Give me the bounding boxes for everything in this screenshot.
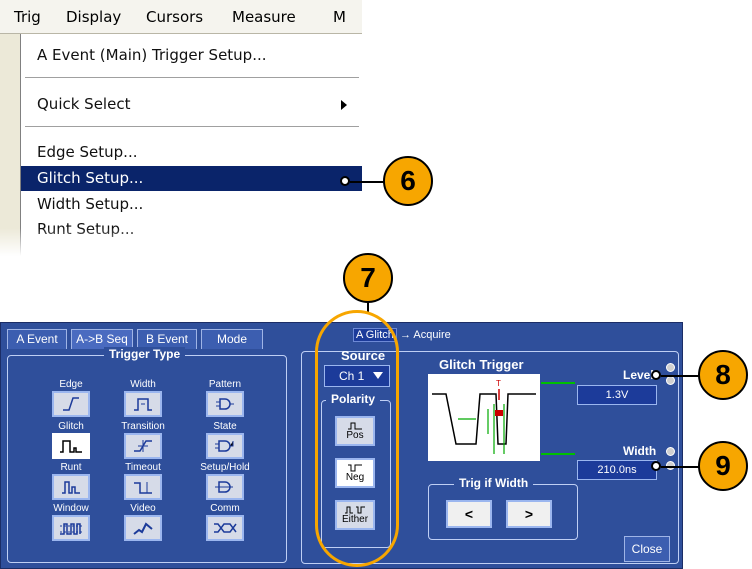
- type-label-state: State: [213, 421, 237, 432]
- logic-gate-icon: [216, 398, 234, 410]
- glitch-trigger-button[interactable]: [52, 433, 90, 459]
- level-connector: [541, 382, 575, 384]
- pattern-trigger-button[interactable]: [206, 391, 244, 417]
- width-pulse-icon: [134, 398, 152, 411]
- type-label-edge: Edge: [59, 379, 83, 390]
- glitch-icon: [60, 440, 82, 453]
- width-connector: [541, 453, 575, 455]
- breadcrumb-next[interactable]: Acquire: [413, 329, 450, 341]
- timeout-trigger-button[interactable]: [124, 474, 162, 500]
- type-label-runt: Runt: [60, 462, 82, 473]
- callout-8-leader: [661, 375, 699, 377]
- video-trigger-button[interactable]: [124, 515, 162, 541]
- setup-hold-trigger-button[interactable]: [206, 474, 244, 500]
- menu-separator: [25, 77, 359, 78]
- comm-trigger-button[interactable]: [206, 515, 244, 541]
- menu-item-a-event-setup[interactable]: A Event (Main) Trigger Setup...: [21, 43, 362, 68]
- transition-icon: [134, 440, 152, 452]
- width-field[interactable]: 210.0ns: [577, 460, 657, 480]
- trig-menu-screenshot: Trig Display Cursors Measure M A Event (…: [0, 0, 362, 262]
- level-field[interactable]: 1.3V: [577, 385, 657, 405]
- menu-trig[interactable]: Trig: [14, 8, 41, 26]
- edge-icon: [63, 397, 79, 411]
- trig-if-width-title: Trig if Width: [454, 476, 534, 490]
- glitch-trigger-title: Glitch Trigger: [439, 357, 524, 372]
- greater-than-button[interactable]: >: [506, 500, 552, 528]
- type-label-window: Window: [53, 503, 89, 514]
- callout-8-anchor-dot: [651, 370, 661, 380]
- window-trigger-button[interactable]: [52, 515, 90, 541]
- menu-display[interactable]: Display: [66, 8, 121, 26]
- menu-item-glitch-setup[interactable]: Glitch Setup...: [21, 166, 362, 191]
- state-trigger-button[interactable]: [206, 433, 244, 459]
- comm-eye-icon: [214, 523, 237, 533]
- callout-6-leader: [350, 181, 384, 183]
- menu-truncated[interactable]: M: [333, 8, 346, 26]
- setup-hold-icon: [215, 481, 233, 493]
- torn-edge: [0, 228, 362, 262]
- menu-item-edge-setup[interactable]: Edge Setup...: [21, 140, 362, 165]
- submenu-arrow-icon: [341, 100, 347, 110]
- callout-9-leader: [661, 466, 699, 468]
- type-label-timeout: Timeout: [125, 462, 161, 473]
- trigger-type-title: Trigger Type: [104, 347, 186, 361]
- width-label: Width: [623, 444, 657, 458]
- transition-trigger-button[interactable]: [124, 433, 162, 459]
- width-knob-up-icon[interactable]: [666, 447, 675, 456]
- type-label-transition: Transition: [121, 421, 165, 432]
- level-label: Level: [623, 368, 654, 382]
- type-label-glitch: Glitch: [58, 421, 84, 432]
- menu-item-width-setup[interactable]: Width Setup...: [21, 192, 362, 217]
- menu-cursors[interactable]: Cursors: [146, 8, 203, 26]
- level-knob-down-icon[interactable]: [666, 376, 675, 385]
- tab-a-event[interactable]: A Event: [7, 329, 67, 349]
- callout-9: 9: [698, 441, 748, 491]
- state-gate-icon: [215, 440, 234, 452]
- type-label-setup-hold: Setup/Hold: [200, 462, 250, 473]
- trig-if-width-group: Trig if Width < >: [428, 476, 578, 540]
- edge-trigger-button[interactable]: [52, 391, 90, 417]
- menu-item-quick-select[interactable]: Quick Select: [21, 92, 362, 117]
- tab-mode[interactable]: Mode: [201, 329, 263, 349]
- timeout-icon: [134, 482, 152, 494]
- level-knob-up-icon[interactable]: [666, 363, 675, 372]
- tab-b-event[interactable]: B Event: [137, 329, 197, 349]
- callout-7: 7: [343, 253, 393, 303]
- menu-measure[interactable]: Measure: [232, 8, 296, 26]
- runt-icon: [62, 481, 80, 494]
- svg-text:T: T: [496, 379, 501, 388]
- type-label-pattern: Pattern: [208, 379, 242, 390]
- arrow-right-icon: →: [399, 329, 414, 341]
- menu-bar: Trig Display Cursors Measure M: [0, 0, 362, 34]
- callout-9-anchor-dot: [651, 461, 661, 471]
- trigger-type-group: Trigger Type Edge Width Pattern Glitch T…: [7, 347, 287, 563]
- type-label-video: Video: [130, 503, 156, 514]
- callout-8: 8: [698, 350, 748, 400]
- width-trigger-button[interactable]: [124, 391, 162, 417]
- window-icon: [60, 523, 82, 535]
- callout-6-anchor-dot: [340, 176, 350, 186]
- video-icon: [133, 522, 153, 535]
- glitch-waveform-graphic: T: [432, 379, 536, 454]
- menu-separator: [25, 126, 359, 127]
- menu-item-label: Quick Select: [37, 95, 131, 113]
- type-label-comm: Comm: [210, 503, 240, 514]
- runt-trigger-button[interactable]: [52, 474, 90, 500]
- type-label-width: Width: [130, 379, 156, 390]
- less-than-button[interactable]: <: [446, 500, 492, 528]
- close-button[interactable]: Close: [624, 536, 670, 562]
- glitch-trigger-diagram: T: [428, 374, 540, 461]
- callout-6: 6: [383, 156, 433, 206]
- source-polarity-highlight: [315, 310, 399, 567]
- tab-a-b-seq[interactable]: A->B Seq: [71, 329, 133, 349]
